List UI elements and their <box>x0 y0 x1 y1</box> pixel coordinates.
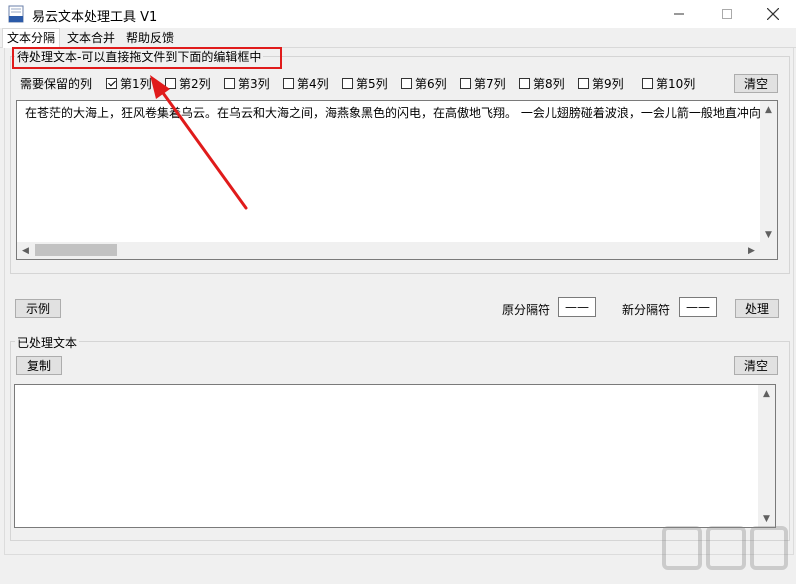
tab-text-split[interactable]: 文本分隔 <box>2 28 61 48</box>
tab-help-feedback[interactable]: 帮助反馈 <box>122 30 178 47</box>
checkbox-box[interactable] <box>401 78 412 89</box>
scroll-up-icon[interactable]: ▲ <box>760 101 777 118</box>
column-7-checkbox[interactable]: 第7列 <box>460 75 506 92</box>
clear-output-button[interactable]: 清空 <box>734 356 778 375</box>
column-10-checkbox[interactable]: 第10列 <box>642 75 695 92</box>
column-8-checkbox[interactable]: 第8列 <box>519 75 565 92</box>
copy-button[interactable]: 复制 <box>16 356 62 375</box>
scroll-right-icon[interactable]: ▶ <box>743 242 760 259</box>
horizontal-scroll-thumb[interactable] <box>35 244 117 256</box>
checkbox-box[interactable] <box>460 78 471 89</box>
column-9-label: 第9列 <box>592 77 624 91</box>
column-9-checkbox[interactable]: 第9列 <box>578 75 624 92</box>
checkbox-box[interactable] <box>224 78 235 89</box>
column-6-checkbox[interactable]: 第6列 <box>401 75 447 92</box>
output-vertical-scrollbar[interactable]: ▲ ▼ <box>758 385 775 527</box>
scroll-up-icon[interactable]: ▲ <box>758 385 775 402</box>
column-1-checkbox[interactable]: 第1列 <box>106 75 152 92</box>
scroll-down-icon[interactable]: ▼ <box>760 226 777 243</box>
new-separator-label: 新分隔符 <box>622 303 671 317</box>
app-icon <box>8 5 24 23</box>
checkbox-box[interactable] <box>165 78 176 89</box>
column-3-label: 第3列 <box>238 77 270 91</box>
input-text: 在苍茫的大海上，狂风卷集着乌云。在乌云和大海之间，海燕象黑色的闪电，在高傲地飞翔… <box>25 106 761 120</box>
column-5-label: 第5列 <box>356 77 388 91</box>
input-horizontal-scrollbar[interactable]: ◀ ▶ <box>17 242 777 259</box>
example-button[interactable]: 示例 <box>15 299 61 318</box>
column-2-checkbox[interactable]: 第2列 <box>165 75 211 92</box>
watermark-logo <box>662 526 788 570</box>
output-textarea[interactable]: ▲ ▼ <box>14 384 776 528</box>
tab-text-merge[interactable]: 文本合并 <box>63 30 119 47</box>
process-button[interactable]: 处理 <box>735 299 779 318</box>
original-separator-input[interactable]: —— <box>558 297 596 317</box>
original-separator-label: 原分隔符 <box>502 303 551 317</box>
clear-input-button[interactable]: 清空 <box>734 74 778 93</box>
output-group-title: 已处理文本 <box>15 334 80 351</box>
checkbox-box[interactable] <box>106 78 117 89</box>
column-8-label: 第8列 <box>533 77 565 91</box>
annotation-highlight-box <box>12 47 282 69</box>
column-4-checkbox[interactable]: 第4列 <box>283 75 329 92</box>
checkbox-box[interactable] <box>642 78 653 89</box>
column-1-label: 第1列 <box>120 77 152 91</box>
maximize-icon <box>722 9 732 19</box>
new-separator-input[interactable]: —— <box>679 297 717 317</box>
column-7-label: 第7列 <box>474 77 506 91</box>
column-6-label: 第6列 <box>415 77 447 91</box>
checkbox-box[interactable] <box>578 78 589 89</box>
checkbox-box[interactable] <box>283 78 294 89</box>
column-10-label: 第10列 <box>656 77 696 91</box>
close-button[interactable] <box>750 0 796 28</box>
checkbox-box[interactable] <box>342 78 353 89</box>
close-icon <box>767 8 779 20</box>
input-textarea[interactable]: 在苍茫的大海上，狂风卷集着乌云。在乌云和大海之间，海燕象黑色的闪电，在高傲地飞翔… <box>16 100 778 260</box>
checkbox-box[interactable] <box>519 78 530 89</box>
column-3-checkbox[interactable]: 第3列 <box>224 75 270 92</box>
column-2-label: 第2列 <box>179 77 211 91</box>
scroll-left-icon[interactable]: ◀ <box>17 242 34 259</box>
keep-columns-label: 需要保留的列 <box>20 77 93 91</box>
maximize-button[interactable] <box>704 0 750 28</box>
input-vertical-scrollbar[interactable]: ▲ ▼ <box>760 101 777 243</box>
window-title: 易云文本处理工具 V1 <box>32 10 158 25</box>
minimize-button[interactable] <box>656 0 702 28</box>
minimize-icon <box>674 13 684 15</box>
column-4-label: 第4列 <box>297 77 329 91</box>
column-5-checkbox[interactable]: 第5列 <box>342 75 388 92</box>
